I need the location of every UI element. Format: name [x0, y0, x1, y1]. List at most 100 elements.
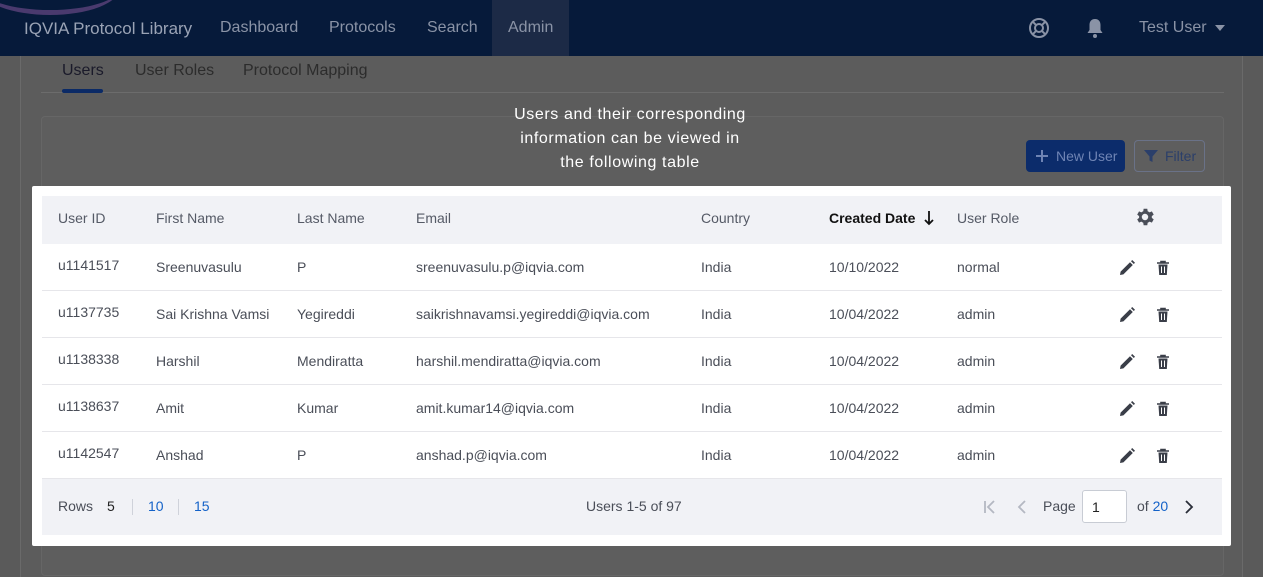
cell-email: harshil.mendiratta@iqvia.com	[416, 353, 601, 369]
column-header-first-name[interactable]: First Name	[156, 210, 224, 226]
active-tab-indicator	[62, 89, 103, 93]
edit-pencil-icon[interactable]	[1118, 259, 1136, 277]
trash-icon[interactable]	[1154, 400, 1172, 418]
cell-email: amit.kumar14@iqvia.com	[416, 400, 575, 416]
gear-icon[interactable]	[1134, 206, 1156, 228]
table-row: u1141517 Sreenuvasulu Psreenuvasulu.p@iqvi…	[42, 244, 1222, 291]
of-label: of	[1137, 498, 1149, 514]
chevron-down-icon	[1214, 24, 1225, 31]
rows-label: Rows	[58, 498, 94, 514]
cell-user-id: u1138338	[58, 351, 120, 367]
cell-user-role: admin	[957, 447, 996, 463]
edit-pencil-icon[interactable]	[1118, 447, 1136, 465]
trash-icon[interactable]	[1154, 353, 1172, 371]
edit-pencil-icon[interactable]	[1118, 400, 1136, 418]
cell-email: sreenuvasulu.p@iqvia.com	[416, 259, 585, 275]
created-date-label: Created Date	[829, 210, 916, 226]
tooltip-line-2: information can be viewed in	[520, 130, 740, 147]
table-header: User ID First Name Last Name Email Count…	[42, 196, 1222, 244]
first-page-icon[interactable]	[981, 498, 999, 516]
cell-created-date: 10/04/2022	[829, 353, 900, 369]
new-user-label: New User	[1056, 148, 1118, 164]
edit-pencil-icon[interactable]	[1118, 353, 1136, 371]
table-row: u1142547 Anshad Panshad.p@iqvia.com India 10…	[42, 432, 1222, 479]
table-row: u1138338 Harshil Mendiratta harshil.mendira…	[42, 338, 1222, 385]
tab-protocol-mapping[interactable]: Protocol Mapping	[243, 62, 368, 80]
table-row: u1137735 Sai Krishna Vamsi Yegireddi saikri…	[42, 291, 1222, 338]
users-table-card: User ID First Name Last Name Email Count…	[32, 186, 1231, 546]
tooltip-line-3: the following table	[560, 154, 700, 171]
column-header-email[interactable]: Email	[416, 210, 451, 226]
divider	[178, 499, 179, 515]
cell-last-name: Mendiratta	[297, 353, 364, 369]
help-circle-icon[interactable]	[1027, 16, 1051, 40]
cell-first-name: Harshil	[156, 353, 200, 369]
cell-country: India	[701, 259, 732, 275]
edit-pencil-icon[interactable]	[1118, 306, 1136, 324]
tour-tooltip: Users and their corresponding informatio…	[480, 103, 780, 175]
cell-last-name: Kumar	[297, 400, 339, 416]
filter-button[interactable]: Filter	[1134, 140, 1205, 172]
cell-last-name: Yegireddi	[297, 306, 355, 322]
cell-country: India	[701, 447, 732, 463]
nav-protocols[interactable]: Protocols	[329, 0, 396, 56]
cell-first-name: Sai Krishna Vamsi	[156, 306, 270, 322]
plus-icon	[1036, 150, 1048, 162]
results-summary: Users 1-5 of 97	[586, 498, 682, 514]
cell-user-id: u1137735	[58, 304, 120, 320]
cell-country: India	[701, 353, 732, 369]
nav-admin[interactable]: Admin	[492, 0, 570, 56]
nav-search[interactable]: Search	[427, 0, 478, 56]
cell-last-name: P	[297, 259, 307, 275]
total-pages: 20	[1152, 498, 1169, 514]
bell-icon[interactable]	[1083, 16, 1107, 40]
admin-tabs: Users User Roles Protocol Mapping	[41, 56, 1224, 93]
app-title[interactable]: IQVIA Protocol Library	[24, 19, 192, 39]
previous-page-icon[interactable]	[1013, 498, 1031, 516]
page-number-input[interactable]	[1082, 490, 1127, 523]
trash-icon[interactable]	[1154, 259, 1172, 277]
cell-country: India	[701, 306, 732, 322]
column-header-country[interactable]: Country	[701, 210, 750, 226]
cell-email: anshad.p@iqvia.com	[416, 447, 547, 463]
cell-created-date: 10/10/2022	[829, 259, 900, 275]
cell-created-date: 10/04/2022	[829, 447, 900, 463]
page-label: Page	[1043, 498, 1076, 514]
column-header-created-date[interactable]: Created Date	[829, 210, 935, 226]
cell-user-role: normal	[957, 259, 1000, 275]
tab-user-roles[interactable]: User Roles	[135, 62, 214, 80]
top-navbar: IQVIA Protocol Library Dashboard Protoco…	[0, 0, 1263, 56]
trash-icon[interactable]	[1154, 447, 1172, 465]
sort-arrow-down-icon	[924, 211, 934, 226]
cell-user-id: u1142547	[58, 445, 120, 461]
filter-icon	[1144, 150, 1158, 162]
divider	[132, 499, 133, 515]
brand-swoosh	[0, 0, 120, 18]
column-header-last-name[interactable]: Last Name	[297, 210, 365, 226]
trash-icon[interactable]	[1154, 306, 1172, 324]
filter-label: Filter	[1165, 148, 1197, 164]
cell-user-role: admin	[957, 353, 996, 369]
cell-created-date: 10/04/2022	[829, 306, 900, 322]
user-name: Test User	[1139, 19, 1207, 36]
table-row: u1138637 Amit Kumar amit.kumar14@iqvia.com I…	[42, 385, 1222, 432]
rows-option-15[interactable]: 15	[194, 498, 210, 514]
cell-user-role: admin	[957, 400, 996, 416]
rows-option-10[interactable]: 10	[148, 498, 164, 514]
tab-users[interactable]: Users	[62, 62, 104, 80]
next-page-icon[interactable]	[1180, 498, 1198, 516]
new-user-button[interactable]: New User	[1026, 140, 1125, 172]
column-header-user-id[interactable]: User ID	[58, 210, 105, 226]
cell-country: India	[701, 400, 732, 416]
column-header-user-role[interactable]: User Role	[957, 210, 1019, 226]
cell-first-name: Sreenuvasulu	[156, 259, 242, 275]
table-footer: Rows 5 10 15 Users 1-5 of 97 Page of 20	[42, 479, 1222, 535]
rows-option-5[interactable]: 5	[107, 498, 115, 514]
tooltip-line-1: Users and their corresponding	[514, 106, 746, 123]
user-menu[interactable]: Test User	[1139, 19, 1225, 37]
cell-first-name: Anshad	[156, 447, 204, 463]
cell-created-date: 10/04/2022	[829, 400, 900, 416]
cell-email: saikrishnavamsi.yegireddi@iqvia.com	[416, 306, 650, 322]
nav-dashboard[interactable]: Dashboard	[220, 0, 298, 56]
page-total: of 20	[1137, 498, 1168, 514]
